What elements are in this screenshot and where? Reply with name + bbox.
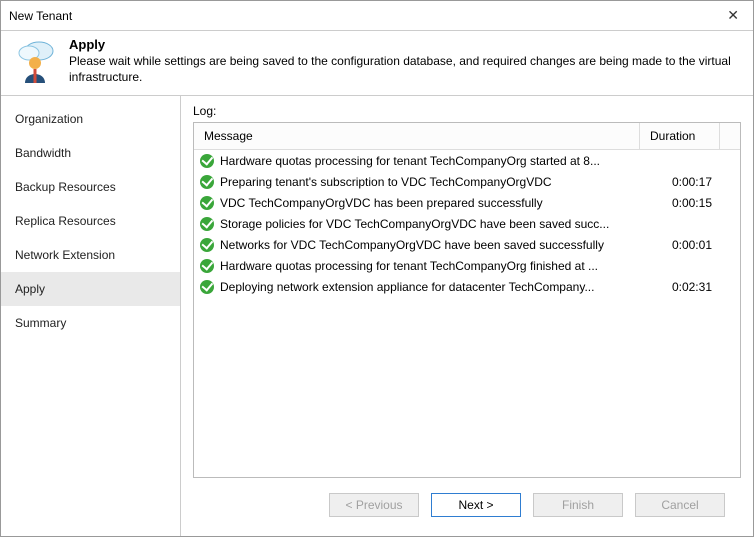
log-row[interactable]: Storage policies for VDC TechCompanyOrgV… (194, 213, 740, 234)
wizard-buttons: < Previous Next > Finish Cancel (193, 478, 741, 532)
log-message: Storage policies for VDC TechCompanyOrgV… (220, 217, 609, 231)
log-row[interactable]: Hardware quotas processing for tenant Te… (194, 150, 740, 171)
log-table: Message Duration Hardware quotas process… (193, 122, 741, 478)
success-icon (200, 280, 214, 294)
log-message: Preparing tenant's subscription to VDC T… (220, 175, 552, 189)
log-row[interactable]: Networks for VDC TechCompanyOrgVDC have … (194, 234, 740, 255)
success-icon (200, 154, 214, 168)
log-message: Deploying network extension appliance fo… (220, 280, 594, 294)
log-duration: 0:00:15 (640, 196, 720, 210)
previous-button: < Previous (329, 493, 419, 517)
log-message: Networks for VDC TechCompanyOrgVDC have … (220, 238, 604, 252)
log-header: Message Duration (194, 123, 740, 150)
log-row[interactable]: Deploying network extension appliance fo… (194, 276, 740, 297)
titlebar: New Tenant ✕ (1, 1, 753, 31)
success-icon (200, 217, 214, 231)
success-icon (200, 238, 214, 252)
success-icon (200, 175, 214, 189)
col-duration[interactable]: Duration (640, 123, 720, 149)
sidebar-item-network-extension[interactable]: Network Extension (1, 238, 180, 272)
tenant-icon (11, 37, 59, 85)
log-message: Hardware quotas processing for tenant Te… (220, 154, 600, 168)
log-duration: 0:02:31 (640, 280, 720, 294)
log-row[interactable]: Preparing tenant's subscription to VDC T… (194, 171, 740, 192)
wizard-header: Apply Please wait while settings are bei… (1, 31, 753, 96)
log-duration: 0:00:17 (640, 175, 720, 189)
wizard-window: New Tenant ✕ Apply Please wait while set… (0, 0, 754, 537)
finish-button: Finish (533, 493, 623, 517)
window-title: New Tenant (9, 9, 72, 23)
sidebar-item-summary[interactable]: Summary (1, 306, 180, 340)
log-duration: 0:00:01 (640, 238, 720, 252)
log-message: VDC TechCompanyOrgVDC has been prepared … (220, 196, 543, 210)
sidebar-item-replica-resources[interactable]: Replica Resources (1, 204, 180, 238)
success-icon (200, 259, 214, 273)
col-message[interactable]: Message (194, 123, 640, 149)
success-icon (200, 196, 214, 210)
cancel-button: Cancel (635, 493, 725, 517)
sidebar-item-apply[interactable]: Apply (1, 272, 180, 306)
sidebar-item-backup-resources[interactable]: Backup Resources (1, 170, 180, 204)
log-message: Hardware quotas processing for tenant Te… (220, 259, 598, 273)
content-area: Log: Message Duration Hardware quotas pr… (181, 96, 753, 536)
log-rows: Hardware quotas processing for tenant Te… (194, 150, 740, 477)
page-title: Apply (69, 37, 743, 52)
page-description: Please wait while settings are being sav… (69, 54, 743, 85)
col-spacer (720, 123, 740, 149)
log-row[interactable]: VDC TechCompanyOrgVDC has been prepared … (194, 192, 740, 213)
close-icon[interactable]: ✕ (721, 7, 745, 24)
next-button[interactable]: Next > (431, 493, 521, 517)
sidebar-item-bandwidth[interactable]: Bandwidth (1, 136, 180, 170)
log-label: Log: (193, 104, 741, 118)
sidebar-item-organization[interactable]: Organization (1, 102, 180, 136)
log-row[interactable]: Hardware quotas processing for tenant Te… (194, 255, 740, 276)
wizard-steps: Organization Bandwidth Backup Resources … (1, 96, 181, 536)
